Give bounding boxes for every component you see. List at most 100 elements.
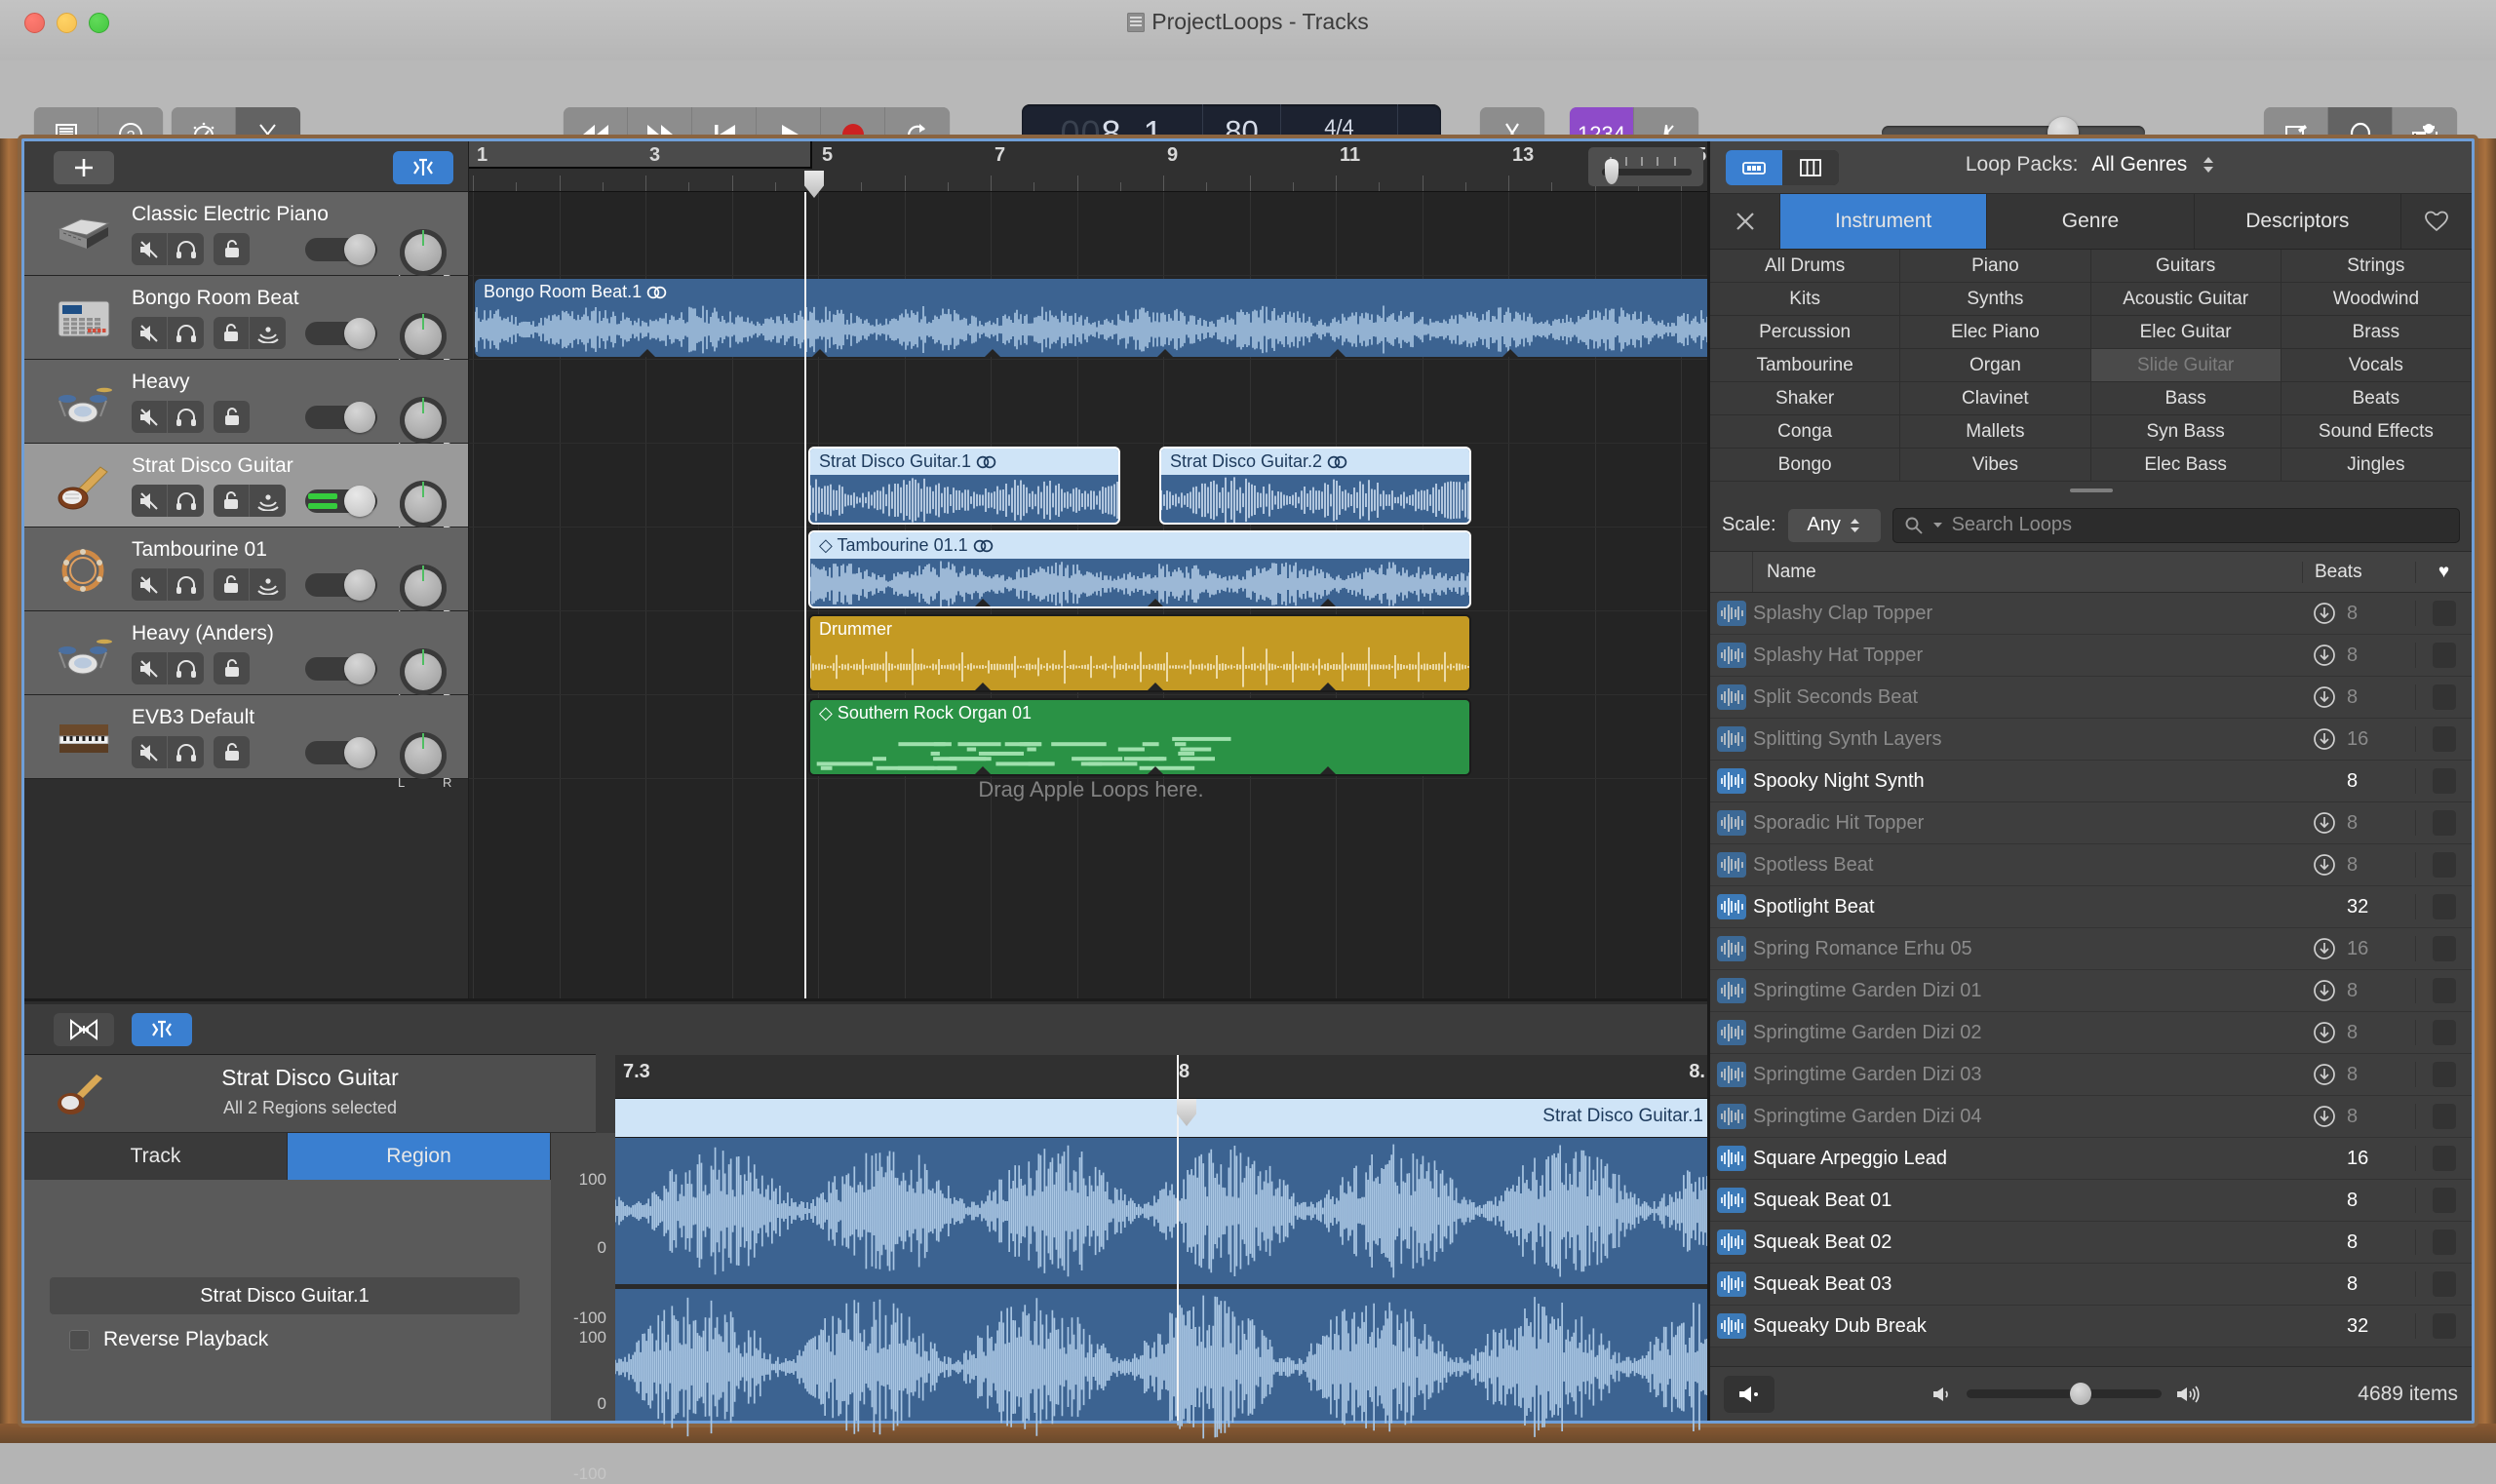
pan-knob[interactable]: LR [398, 732, 451, 790]
loop-favorite-checkbox[interactable] [2415, 1188, 2472, 1213]
loop-favorite-checkbox[interactable] [2415, 894, 2472, 919]
track-header-0[interactable]: Classic Electric Piano LR [24, 192, 468, 287]
column-header-name[interactable]: Name [1753, 562, 2302, 583]
loop-type-icon[interactable] [1710, 1313, 1753, 1339]
record-enable-button[interactable] [250, 568, 286, 601]
track-header-5[interactable]: Heavy (Anders) LR [24, 611, 468, 706]
download-icon[interactable] [2302, 1063, 2347, 1086]
region-name-field[interactable]: Strat Disco Guitar.1 [50, 1277, 520, 1314]
loop-type-icon[interactable] [1710, 684, 1753, 710]
timeline-ruler[interactable]: 13579111315 [469, 141, 2459, 192]
track-volume-knob[interactable] [344, 318, 375, 349]
track-volume-slider[interactable] [305, 737, 377, 768]
loop-favorite-checkbox[interactable] [2415, 1062, 2472, 1087]
solo-headphones-button[interactable] [168, 485, 204, 517]
playhead[interactable] [804, 192, 806, 998]
loop-type-icon[interactable] [1710, 1020, 1753, 1045]
loop-favorite-checkbox[interactable] [2415, 643, 2472, 668]
mute-button[interactable] [132, 736, 168, 768]
loop-type-icon[interactable] [1710, 1062, 1753, 1087]
loop-category-conga[interactable]: Conga [1710, 415, 1901, 449]
loop-favorite-checkbox[interactable] [2415, 1104, 2472, 1129]
pan-knob[interactable]: LR [398, 565, 451, 622]
track-lane-2[interactable] [469, 360, 1713, 444]
loop-favorite-checkbox[interactable] [2415, 726, 2472, 752]
loop-row[interactable]: Spooky Night Synth 8 [1710, 761, 2472, 802]
mute-button[interactable] [132, 317, 168, 349]
track-volume-knob[interactable] [344, 486, 375, 517]
pan-knob[interactable]: LR [398, 229, 451, 287]
track-name[interactable]: EVB3 Default [132, 706, 254, 729]
loop-category-bongo[interactable]: Bongo [1710, 449, 1901, 482]
region-1[interactable]: Strat Disco Guitar.1 [808, 447, 1120, 525]
loop-row[interactable]: Squeak Beat 01 8 [1710, 1180, 2472, 1222]
loop-category-elec-piano[interactable]: Elec Piano [1900, 316, 2091, 349]
loop-type-icon[interactable] [1710, 978, 1753, 1003]
track-volume-slider[interactable] [305, 486, 377, 517]
solo-headphones-button[interactable] [168, 233, 204, 265]
loop-favorite-checkbox[interactable] [2415, 1020, 2472, 1045]
add-track-button[interactable] [54, 151, 114, 184]
loop-favorite-checkbox[interactable] [2415, 768, 2472, 794]
loop-category-elec-bass[interactable]: Elec Bass [2090, 449, 2282, 482]
loop-category-beats[interactable]: Beats [2281, 382, 2472, 415]
loop-category-kits[interactable]: Kits [1710, 283, 1901, 316]
loop-row[interactable]: Spotlight Beat 32 [1710, 886, 2472, 928]
loop-favorite-checkbox[interactable] [2415, 684, 2472, 710]
loop-row[interactable]: Squeak Beat 03 8 [1710, 1264, 2472, 1306]
track-volume-slider[interactable] [305, 318, 377, 349]
track-name[interactable]: Bongo Room Beat [132, 287, 299, 310]
pan-knob[interactable]: LR [398, 481, 451, 538]
loop-favorite-checkbox[interactable] [2415, 1146, 2472, 1171]
tab-track[interactable]: Track [24, 1133, 288, 1180]
loop-row[interactable]: Spring Romance Erhu 05 16 [1710, 928, 2472, 970]
tab-genre[interactable]: Genre [1987, 194, 2195, 249]
track-volume-slider[interactable] [305, 402, 377, 433]
loop-row[interactable]: Springtime Garden Dizi 04 8 [1710, 1096, 2472, 1138]
download-icon[interactable] [2302, 979, 2347, 1002]
loop-category-strings[interactable]: Strings [2281, 250, 2472, 283]
column-header-beats[interactable]: Beats [2302, 561, 2415, 583]
pan-knob[interactable]: LR [398, 397, 451, 454]
lock-button[interactable] [214, 233, 250, 265]
download-icon[interactable] [2302, 602, 2347, 625]
editor-region-bar[interactable]: Strat Disco Guitar.1 [615, 1099, 1713, 1138]
loop-category-guitars[interactable]: Guitars [2090, 250, 2282, 283]
loop-category-tambourine[interactable]: Tambourine [1710, 349, 1901, 382]
mute-button[interactable] [132, 233, 168, 265]
loop-row[interactable]: Spotless Beat 8 [1710, 844, 2472, 886]
loop-row[interactable]: Sporadic Hit Topper 8 [1710, 802, 2472, 844]
preview-volume-slider[interactable] [1967, 1383, 2163, 1405]
loop-row[interactable]: Square Arpeggio Lead 16 [1710, 1138, 2472, 1180]
region-2[interactable]: Strat Disco Guitar.2 [1159, 447, 1471, 525]
loop-favorite-checkbox[interactable] [2415, 936, 2472, 961]
download-icon[interactable] [2302, 685, 2347, 709]
loop-favorite-checkbox[interactable] [2415, 810, 2472, 836]
loop-category-syn-bass[interactable]: Syn Bass [2090, 415, 2282, 449]
arrange-area[interactable]: Bongo Room Beat.1 Strat Disco Guitar.1 S… [469, 192, 1713, 998]
solo-headphones-button[interactable] [168, 736, 204, 768]
loop-category-synths[interactable]: Synths [1900, 283, 2091, 316]
track-name[interactable]: Tambourine 01 [132, 538, 267, 562]
column-header-favorite[interactable]: ♥ [2415, 561, 2472, 583]
loop-row[interactable]: Split Seconds Beat 8 [1710, 677, 2472, 719]
zoom-slider-thumb[interactable] [1605, 159, 1618, 184]
speaker-icon[interactable] [1724, 1375, 1774, 1413]
loop-category-clavinet[interactable]: Clavinet [1900, 382, 2091, 415]
flex-time-button[interactable] [393, 151, 453, 184]
pan-knob[interactable]: LR [398, 313, 451, 371]
track-name[interactable]: Classic Electric Piano [132, 203, 329, 226]
loop-type-icon[interactable] [1710, 768, 1753, 794]
tab-instrument[interactable]: Instrument [1780, 194, 1988, 249]
track-header-2[interactable]: Heavy LR [24, 360, 468, 454]
solo-headphones-button[interactable] [168, 568, 204, 601]
preview-volume-knob[interactable] [2070, 1383, 2092, 1405]
download-icon[interactable] [2302, 853, 2347, 877]
loop-category-piano[interactable]: Piano [1900, 250, 2091, 283]
loop-type-icon[interactable] [1710, 601, 1753, 626]
editor-ruler[interactable]: 7.3 8 8. [615, 1055, 1713, 1099]
lock-button[interactable] [214, 317, 250, 349]
mute-button[interactable] [132, 652, 168, 684]
loop-packs-selector[interactable]: Loop Packs: All Genres [1710, 153, 2472, 176]
loop-favorite-checkbox[interactable] [2415, 601, 2472, 626]
